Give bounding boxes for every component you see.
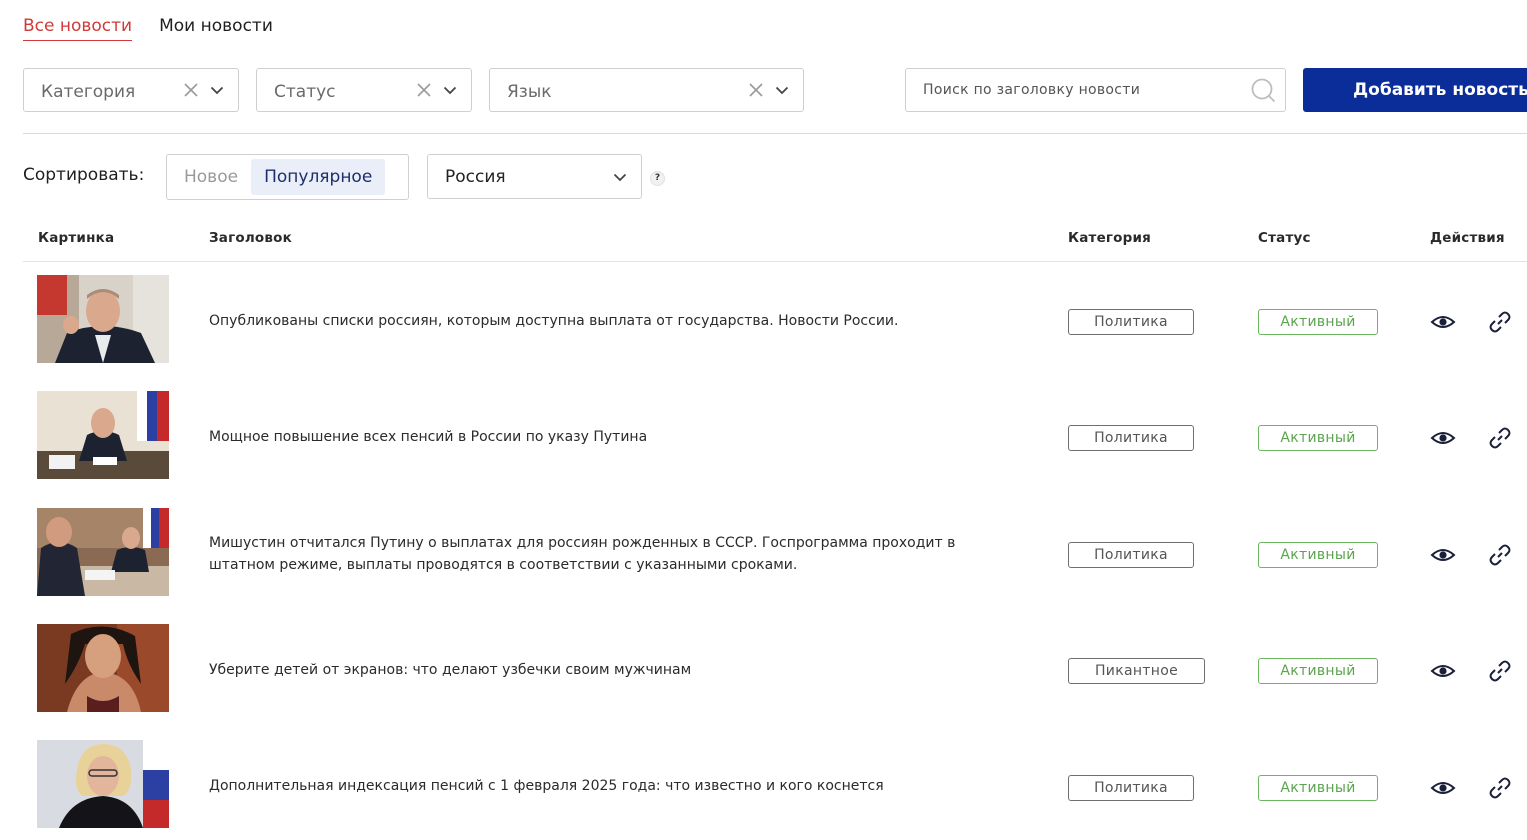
chevron-down-icon[interactable]: [443, 83, 457, 97]
search-input[interactable]: [906, 82, 1250, 98]
category-badge: Политика: [1068, 542, 1194, 568]
news-thumbnail[interactable]: [37, 740, 169, 828]
eye-icon[interactable]: [1430, 658, 1456, 684]
news-thumbnail[interactable]: [37, 391, 169, 479]
status-badge: Активный: [1258, 542, 1378, 568]
news-thumbnail[interactable]: [37, 624, 169, 712]
sort-option-new[interactable]: Новое: [171, 159, 251, 195]
tab-all-news[interactable]: Все новости: [23, 14, 133, 41]
clear-icon[interactable]: [749, 83, 763, 97]
sort-option-popular[interactable]: Популярное: [251, 159, 386, 195]
news-thumbnail[interactable]: [37, 275, 169, 363]
sort-toggle: Новое Популярное: [166, 154, 409, 200]
eye-icon[interactable]: [1430, 425, 1456, 451]
column-header-status: Статус: [1258, 230, 1311, 246]
category-badge: Политика: [1068, 425, 1194, 451]
column-header-title: Заголовок: [209, 230, 292, 246]
eye-icon[interactable]: [1430, 309, 1456, 335]
eye-icon[interactable]: [1430, 775, 1456, 801]
status-select[interactable]: Статус: [256, 68, 472, 112]
category-badge: Пикантное: [1068, 658, 1205, 684]
filters-divider: [23, 133, 1527, 134]
add-news-button[interactable]: Добавить новость: [1303, 68, 1527, 112]
category-select[interactable]: Категория: [23, 68, 239, 112]
column-header-actions: Действия: [1430, 230, 1505, 246]
tab-my-news[interactable]: Мои новости: [159, 14, 273, 41]
clear-icon[interactable]: [417, 83, 431, 97]
table-row: Мощное повышение всех пенсий в России по…: [0, 391, 1527, 507]
category-badge: Политика: [1068, 775, 1194, 801]
help-icon[interactable]: ?: [650, 171, 665, 186]
column-header-category: Категория: [1068, 230, 1152, 246]
column-header-image: Картинка: [38, 230, 115, 246]
language-select-placeholder: Язык: [507, 81, 552, 102]
news-title[interactable]: Опубликованы списки россиян, которым дос…: [209, 310, 969, 332]
region-select-value: Россия: [445, 166, 506, 187]
chevron-down-icon[interactable]: [210, 83, 224, 97]
search-icon[interactable]: [1250, 77, 1276, 103]
status-badge: Активный: [1258, 425, 1378, 451]
status-select-placeholder: Статус: [274, 81, 336, 102]
sort-label: Сортировать:: [23, 165, 145, 185]
status-badge: Активный: [1258, 775, 1378, 801]
table-row: Дополнительная индексация пенсий с 1 фев…: [0, 740, 1527, 840]
link-icon[interactable]: [1487, 542, 1513, 568]
news-title[interactable]: Мощное повышение всех пенсий в России по…: [209, 426, 969, 448]
link-icon[interactable]: [1487, 425, 1513, 451]
category-select-placeholder: Категория: [41, 81, 136, 102]
language-select[interactable]: Язык: [489, 68, 804, 112]
news-title[interactable]: Уберите детей от экранов: что делают узб…: [209, 659, 969, 681]
clear-icon[interactable]: [184, 83, 198, 97]
table-row: Мишустин отчитался Путину о выплатах для…: [0, 508, 1527, 624]
news-thumbnail[interactable]: [37, 508, 169, 596]
region-select[interactable]: Россия: [427, 154, 642, 199]
chevron-down-icon[interactable]: [775, 83, 789, 97]
eye-icon[interactable]: [1430, 542, 1456, 568]
status-badge: Активный: [1258, 309, 1378, 335]
news-tabs: Все новости Мои новости: [23, 14, 273, 41]
link-icon[interactable]: [1487, 775, 1513, 801]
status-badge: Активный: [1258, 658, 1378, 684]
link-icon[interactable]: [1487, 309, 1513, 335]
news-title[interactable]: Дополнительная индексация пенсий с 1 фев…: [209, 775, 969, 797]
table-row: Уберите детей от экранов: что делают узб…: [0, 624, 1527, 740]
table-row: Опубликованы списки россиян, которым дос…: [0, 275, 1527, 391]
search-box: [905, 68, 1286, 112]
news-title[interactable]: Мишустин отчитался Путину о выплатах для…: [209, 532, 969, 576]
link-icon[interactable]: [1487, 658, 1513, 684]
table-header-divider: [23, 261, 1527, 262]
category-badge: Политика: [1068, 309, 1194, 335]
chevron-down-icon[interactable]: [613, 170, 627, 184]
